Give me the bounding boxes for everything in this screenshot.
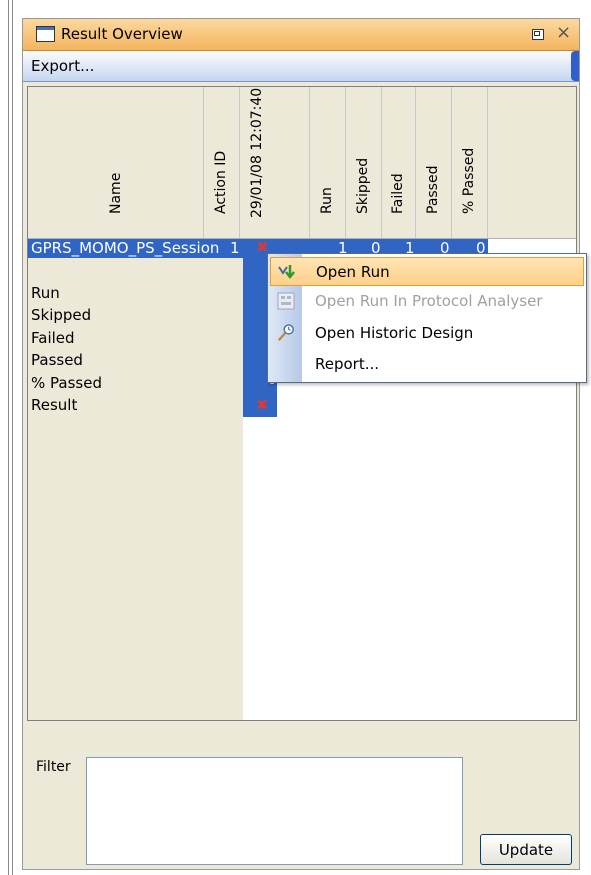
restore-icon[interactable] xyxy=(532,29,544,40)
summary-label-passed: Passed xyxy=(31,351,83,369)
window-icon xyxy=(36,26,55,42)
column-header-label: Action ID xyxy=(212,150,229,214)
column-header-label: Name xyxy=(107,172,124,214)
row-action-id: 1 xyxy=(230,239,240,257)
toolbar-end-cap xyxy=(571,51,579,81)
column-header-label: Skipped xyxy=(354,157,371,214)
app-frame-left-line xyxy=(8,0,9,875)
column-header-skipped[interactable]: Skipped xyxy=(346,87,382,238)
window-title: Result Overview xyxy=(61,25,183,43)
filter-label: Filter xyxy=(36,759,71,775)
menu-item-open-run-protocol-analyser: Open Run In Protocol Analyser xyxy=(270,287,584,316)
row-name: GPRS_MOMO_PS_Session xyxy=(31,239,220,257)
summary-label-skipped: Skipped xyxy=(31,306,92,324)
summary-label-failed: Failed xyxy=(31,329,75,347)
column-header-failed[interactable]: Failed xyxy=(382,87,416,238)
menu-item-report[interactable]: Report... xyxy=(270,350,584,379)
column-header-percent-passed[interactable]: % Passed xyxy=(452,87,488,238)
menu-item-label: Open Run In Protocol Analyser xyxy=(315,292,543,310)
column-header-label: Passed xyxy=(424,165,441,214)
protocol-analyser-icon xyxy=(277,292,295,310)
menu-item-label: Open Historic Design xyxy=(315,324,474,342)
summary-label-run: Run xyxy=(31,284,60,302)
menu-item-open-historic-design[interactable]: Open Historic Design xyxy=(270,319,584,348)
menu-item-open-run[interactable]: Open Run xyxy=(270,257,584,286)
historic-design-icon xyxy=(277,324,294,341)
menu-item-label: Report... xyxy=(315,355,380,373)
column-header-label: Failed xyxy=(389,173,406,214)
column-header-name[interactable]: Name xyxy=(28,87,204,238)
column-header-action-id[interactable]: Action ID xyxy=(204,87,240,238)
result-overview-window: Result Overview × Export... Name Action … xyxy=(22,18,580,870)
column-header-label: 29/01/08 12:07:40 xyxy=(248,87,265,218)
open-run-icon xyxy=(278,265,295,280)
close-icon[interactable]: × xyxy=(556,22,571,43)
app-frame-left-line-2 xyxy=(12,0,13,875)
summary-label-result: Result xyxy=(31,396,78,414)
column-header-label: Run xyxy=(318,187,335,214)
export-button[interactable]: Export... xyxy=(31,57,94,75)
title-bar[interactable]: Result Overview × xyxy=(23,19,579,51)
filter-panel: Filter Update xyxy=(27,731,577,867)
column-header-timestamp[interactable]: 29/01/08 12:07:40 xyxy=(240,87,310,238)
results-table: Name Action ID 29/01/08 12:07:40 Run Ski… xyxy=(27,86,577,721)
summary-label-percent-passed: % Passed xyxy=(31,374,102,392)
update-button[interactable]: Update xyxy=(480,834,572,865)
toolbar: Export... xyxy=(23,51,579,82)
context-menu: Open Run Open Run In Protocol Analyser O… xyxy=(267,253,587,383)
table-header: Name Action ID 29/01/08 12:07:40 Run Ski… xyxy=(28,87,576,239)
result-failed-x-icon: ✖ xyxy=(256,396,269,414)
column-header-label: % Passed xyxy=(460,147,477,214)
filter-input[interactable] xyxy=(86,757,463,865)
column-header-passed[interactable]: Passed xyxy=(416,87,452,238)
menu-item-label: Open Run xyxy=(316,263,390,281)
column-header-run[interactable]: Run xyxy=(310,87,346,238)
